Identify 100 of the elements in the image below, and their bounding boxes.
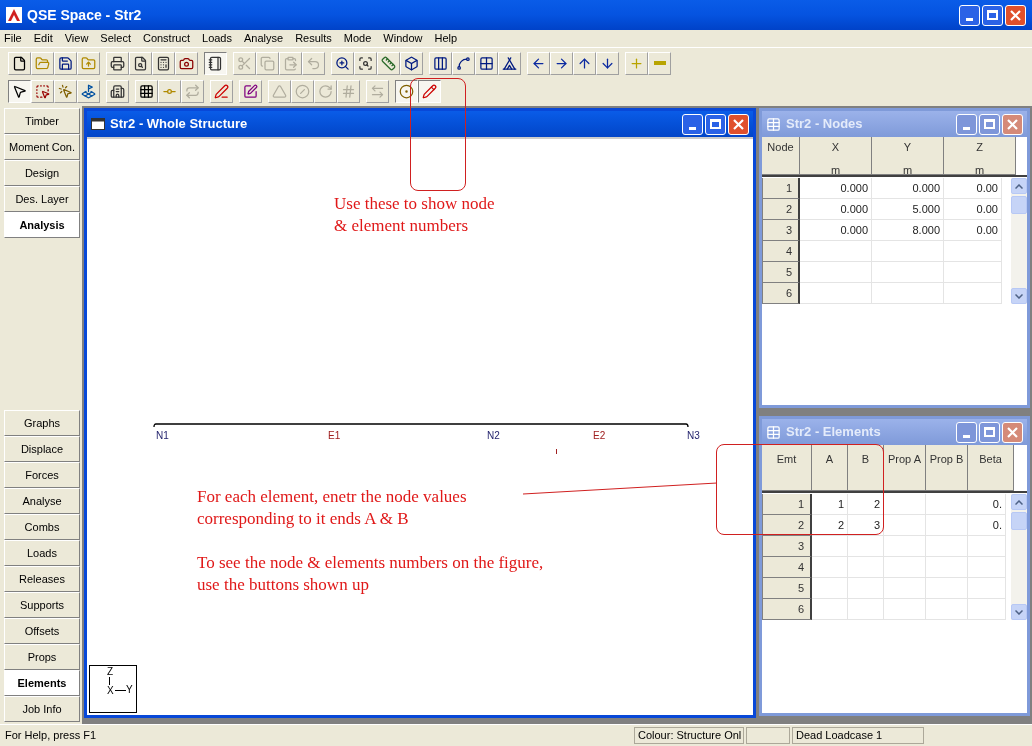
table-cell[interactable]: 1	[812, 494, 848, 515]
table-cell[interactable]	[926, 515, 968, 536]
row-header[interactable]: 3	[762, 536, 812, 557]
minimize-button[interactable]	[956, 113, 977, 135]
close-button[interactable]	[1002, 113, 1023, 135]
scroll-down-button[interactable]	[1011, 604, 1027, 620]
sidebar-tab[interactable]: Loads	[4, 540, 80, 566]
table-cell[interactable]	[884, 494, 926, 515]
row-header[interactable]: 1	[762, 494, 812, 515]
scroll-thumb[interactable]	[1011, 196, 1027, 214]
sidebar-tab[interactable]: Combs	[4, 514, 80, 540]
table-cell[interactable]: 0.	[968, 515, 1006, 536]
menu-item[interactable]: File	[4, 30, 22, 47]
menu-item[interactable]: View	[64, 30, 89, 47]
table-cell[interactable]	[812, 599, 848, 620]
menu-item[interactable]: Analyse	[244, 30, 284, 47]
table-cell[interactable]	[944, 283, 1002, 304]
minimize-button[interactable]	[956, 421, 977, 443]
table-cell[interactable]: 5.000	[872, 199, 944, 220]
table-cell[interactable]	[926, 599, 968, 620]
table-cell[interactable]: 3	[848, 515, 884, 536]
table-cell[interactable]	[968, 536, 1006, 557]
table-cell[interactable]	[872, 262, 944, 283]
sidebar-tab[interactable]: Moment Con.	[4, 134, 80, 160]
table-cell[interactable]	[812, 536, 848, 557]
menu-item[interactable]: Window	[383, 30, 423, 47]
table-cell[interactable]	[968, 599, 1006, 620]
sidebar-tab[interactable]: Offsets	[4, 618, 80, 644]
column-header[interactable]: Prop B	[926, 445, 968, 491]
scroll-down-button[interactable]	[1011, 288, 1027, 304]
sidebar-tab[interactable]: Analysis	[4, 212, 80, 238]
maximize-button[interactable]	[979, 113, 1000, 135]
table-cell[interactable]	[848, 599, 884, 620]
table-cell[interactable]	[800, 283, 872, 304]
minimize-button[interactable]	[682, 113, 703, 135]
table-cell[interactable]	[968, 557, 1006, 578]
sidebar-tab[interactable]: Job Info	[4, 696, 80, 722]
sidebar-tab[interactable]: Releases	[4, 566, 80, 592]
table-cell[interactable]	[848, 578, 884, 599]
minimize-button[interactable]	[959, 4, 980, 26]
table-cell[interactable]: 0.000	[872, 178, 944, 199]
menu-item[interactable]: Construct	[142, 30, 190, 47]
table-cell[interactable]: 0.00	[944, 178, 1002, 199]
table-cell[interactable]	[944, 241, 1002, 262]
row-header[interactable]: 4	[762, 557, 812, 578]
table-cell[interactable]: 0.	[968, 494, 1006, 515]
close-button[interactable]	[728, 113, 749, 135]
table-cell[interactable]	[926, 578, 968, 599]
table-cell[interactable]: 0.000	[800, 199, 872, 220]
sidebar-tab[interactable]: Props	[4, 644, 80, 670]
column-header[interactable]: Prop A	[884, 445, 926, 491]
sidebar-tab[interactable]: Supports	[4, 592, 80, 618]
sidebar-tab[interactable]: Des. Layer	[4, 186, 80, 212]
menu-item[interactable]: Edit	[33, 30, 53, 47]
table-cell[interactable]	[800, 262, 872, 283]
column-header[interactable]: Y m	[872, 137, 944, 175]
row-header[interactable]: 5	[762, 578, 812, 599]
row-header[interactable]: 2	[762, 199, 800, 220]
row-header[interactable]: 4	[762, 241, 800, 262]
menu-item[interactable]: Select	[100, 30, 131, 47]
scroll-thumb[interactable]	[1011, 512, 1027, 530]
table-cell[interactable]: 0.00	[944, 199, 1002, 220]
table-cell[interactable]	[944, 262, 1002, 283]
menu-item[interactable]: Mode	[343, 30, 372, 47]
table-cell[interactable]	[884, 599, 926, 620]
row-header[interactable]: 5	[762, 262, 800, 283]
maximize-button[interactable]	[705, 113, 726, 135]
table-cell[interactable]: 8.000	[872, 220, 944, 241]
column-header[interactable]: A	[812, 445, 848, 491]
table-cell[interactable]	[872, 283, 944, 304]
scrollbar[interactable]	[1011, 178, 1027, 304]
table-cell[interactable]	[812, 557, 848, 578]
sidebar-tab[interactable]: Forces	[4, 462, 80, 488]
sidebar-tab[interactable]: Design	[4, 160, 80, 186]
table-cell[interactable]	[848, 536, 884, 557]
menu-item[interactable]: Help	[434, 30, 458, 47]
row-header[interactable]: 6	[762, 283, 800, 304]
scrollbar[interactable]	[1011, 494, 1027, 620]
sidebar-tab[interactable]: Analyse	[4, 488, 80, 514]
table-cell[interactable]	[884, 557, 926, 578]
row-header[interactable]: 3	[762, 220, 800, 241]
table-cell[interactable]	[926, 494, 968, 515]
sidebar-tab[interactable]: Timber	[4, 108, 80, 134]
maximize-button[interactable]	[979, 421, 1000, 443]
table-cell[interactable]	[968, 578, 1006, 599]
table-cell[interactable]	[872, 241, 944, 262]
table-cell[interactable]	[848, 557, 884, 578]
row-header[interactable]: 2	[762, 515, 812, 536]
row-header[interactable]: 6	[762, 599, 812, 620]
scroll-up-button[interactable]	[1011, 494, 1027, 510]
close-button[interactable]	[1005, 4, 1026, 26]
table-cell[interactable]: 0.000	[800, 178, 872, 199]
scroll-up-button[interactable]	[1011, 178, 1027, 194]
table-cell[interactable]	[926, 557, 968, 578]
table-cell[interactable]	[884, 536, 926, 557]
menu-item[interactable]: Loads	[202, 30, 232, 47]
column-header[interactable]: B	[848, 445, 884, 491]
table-cell[interactable]: 2	[848, 494, 884, 515]
row-header[interactable]: 1	[762, 178, 800, 199]
table-cell[interactable]	[926, 536, 968, 557]
